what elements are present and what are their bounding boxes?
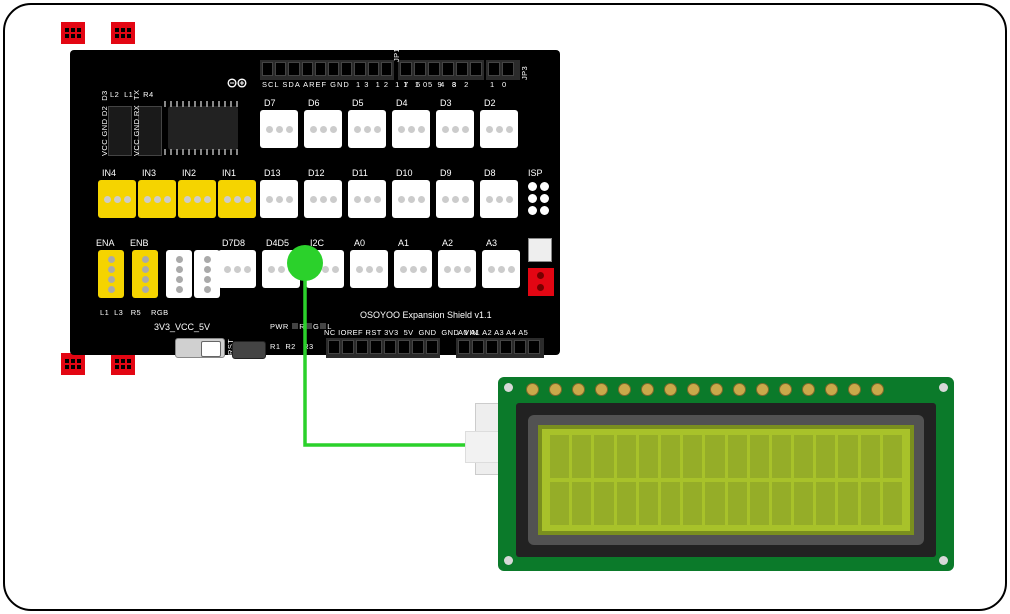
reset-button[interactable]: [232, 341, 266, 359]
bottom-header-analog: [456, 338, 544, 358]
r-labels: R1 R2 R3: [270, 342, 314, 351]
conn-v1: [194, 250, 220, 298]
conn-d12: [304, 180, 342, 218]
diagram-frame: SCL SDA AREF GND 1 3 1 2 1 1 1 0 9 8 7 6…: [3, 3, 1007, 611]
conn-d13: [260, 180, 298, 218]
conn-label-d9: D9: [440, 168, 452, 178]
left-header-lower: [138, 106, 162, 156]
conn-label-in3: IN3: [142, 168, 156, 178]
mcu-chip-icon: [168, 106, 238, 150]
conn-d5: [348, 110, 386, 148]
jp1-label: JP1: [392, 48, 401, 62]
arduino-logo-icon: [226, 76, 248, 90]
conn-d2: [480, 110, 518, 148]
header2-pins-label: 7 6 5 4 3 2: [404, 80, 469, 89]
red-power-conn: [528, 268, 554, 296]
left-header-upper: [108, 106, 132, 156]
led-top-labels: L2 L1 R4: [110, 90, 154, 99]
conn-label-in4: IN4: [102, 168, 116, 178]
top-header-1: [260, 60, 394, 80]
conn-in1: [218, 180, 256, 218]
header3-pins-label: 1 0: [490, 80, 507, 89]
voltage-switch[interactable]: [175, 338, 225, 358]
conn-label-d12: D12: [308, 168, 325, 178]
conn-label-a0: A0: [354, 238, 365, 248]
conn-label-d7d8: D7D8: [222, 238, 245, 248]
lcd-pin-row: [526, 383, 884, 396]
conn-in4: [98, 180, 136, 218]
conn-ena: [98, 250, 124, 298]
lcd-module: [498, 377, 954, 571]
conn-v0: [166, 250, 192, 298]
conn-d10: [392, 180, 430, 218]
side-upper-label: VCC GND D2 D3: [100, 90, 109, 156]
side-lower-label: VCC GND RX TX: [132, 90, 141, 156]
conn-label-d8: D8: [484, 168, 496, 178]
board-name-label: OSOYOO Expansion Shield v1.1: [360, 310, 492, 320]
conn-a0: [350, 250, 388, 288]
conn-label-d10: D10: [396, 168, 413, 178]
conn-label-a1: A1: [398, 238, 409, 248]
conn-label-d3: D3: [440, 98, 452, 108]
conn-d4: [392, 110, 430, 148]
conn-d8: [480, 180, 518, 218]
lcd-screen: [538, 425, 914, 535]
conn-a1: [394, 250, 432, 288]
top-header-3: [486, 60, 520, 80]
lcd-i2c-backpack-2: [465, 431, 499, 463]
conn-label-in1: IN1: [222, 168, 236, 178]
conn-label-d11: D11: [352, 168, 368, 178]
isp-header: [528, 182, 550, 216]
conn-label-in2: IN2: [182, 168, 196, 178]
pcb: SCL SDA AREF GND 1 3 1 2 1 1 1 0 9 8 7 6…: [70, 50, 560, 355]
led-bot-labels: L1 L3 R5 RGB: [100, 308, 168, 317]
conn-d9: [436, 180, 474, 218]
conn-label-a2: A2: [442, 238, 453, 248]
conn-enb: [132, 250, 158, 298]
wire-node-i2c: [287, 245, 323, 281]
switch-label: 3V3_VCC_5V: [154, 322, 210, 332]
conn-label-d4: D4: [396, 98, 408, 108]
small-box-icon: [528, 238, 552, 262]
conn-label-d13: D13: [264, 168, 281, 178]
power-pins-label: NC IOREF RST 3V3 5V GND GND VIN: [324, 328, 478, 337]
conn-d6: [304, 110, 342, 148]
conn-d3: [436, 110, 474, 148]
analog-pins-label: A0 A1 A2 A3 A4 A5: [458, 328, 528, 337]
jp3-label: JP3: [520, 66, 529, 80]
conn-label-d4d5: D4D5: [266, 238, 289, 248]
conn-label-d6: D6: [308, 98, 320, 108]
bottom-header-power: [326, 338, 440, 358]
conn-d7: [260, 110, 298, 148]
conn-in2: [178, 180, 216, 218]
conn-label-d2: D2: [484, 98, 496, 108]
conn-label-d7: D7: [264, 98, 276, 108]
conn-label-ena: ENA: [96, 238, 115, 248]
conn-label-d5: D5: [352, 98, 364, 108]
expansion-shield-board: SCL SDA AREF GND 1 3 1 2 1 1 1 0 9 8 7 6…: [50, 30, 560, 360]
top-header-2: [398, 60, 484, 80]
conn-d7d8: [218, 250, 256, 288]
lcd-row-1: [550, 435, 902, 478]
isp-label: ISP: [528, 168, 543, 178]
conn-label-enb: ENB: [130, 238, 149, 248]
conn-label-a3: A3: [486, 238, 497, 248]
lcd-row-2: [550, 482, 902, 525]
conn-a3: [482, 250, 520, 288]
conn-in3: [138, 180, 176, 218]
conn-d11: [348, 180, 386, 218]
pwr-label: PWR RGL: [270, 322, 332, 331]
conn-a2: [438, 250, 476, 288]
